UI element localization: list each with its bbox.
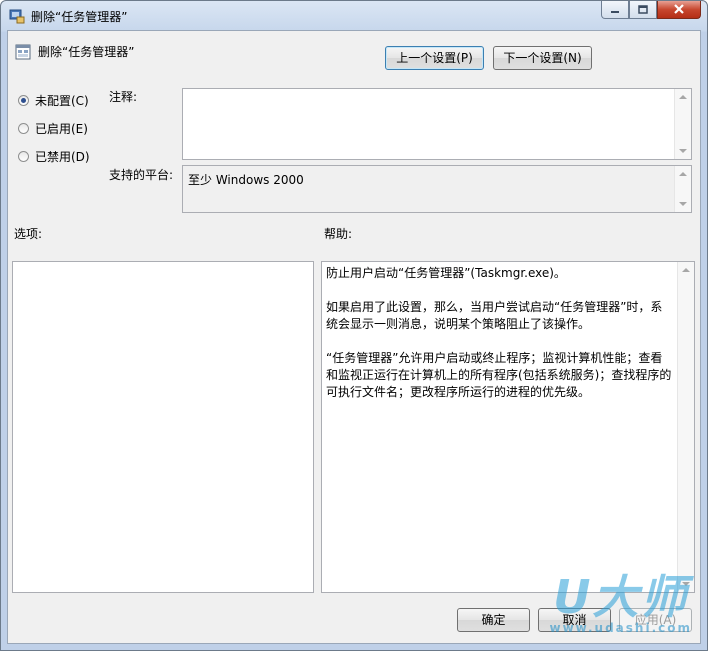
platform-value: 至少 Windows 2000 (188, 173, 304, 187)
platform-field: 至少 Windows 2000 (182, 165, 692, 213)
radio-label: 未配置(C) (35, 94, 89, 108)
close-icon (673, 3, 685, 17)
watermark: U大师 www.udashi.com (550, 573, 693, 635)
radio-label: 已禁用(D) (35, 150, 90, 164)
platform-label: 支持的平台: (109, 168, 174, 182)
watermark-url: www.udashi.com (549, 621, 692, 635)
scroll-down-icon[interactable] (679, 149, 687, 153)
scroll-up-icon[interactable] (679, 95, 687, 99)
help-panel: 防止用户启动“任务管理器”(Taskmgr.exe)。 如果启用了此设置，那么，… (321, 261, 695, 593)
maximize-button[interactable] (629, 1, 657, 19)
help-paragraph: 如果启用了此设置，那么，当用户尝试启动“任务管理器”时，系统会显示一则消息，说明… (326, 300, 663, 331)
radio-disabled[interactable]: 已禁用(D) (18, 148, 90, 165)
help-paragraph: “任务管理器”允许用户启动或终止程序；监视计算机性能；查看和监视正运行在计算机上… (326, 351, 672, 399)
ok-button[interactable]: 确定 (457, 608, 530, 632)
policy-name: 删除“任务管理器” (38, 45, 135, 59)
minimize-icon (610, 3, 620, 17)
policy-window-icon (9, 8, 25, 24)
radio-indicator[interactable] (18, 123, 29, 134)
comment-label: 注释: (109, 90, 138, 104)
radio-label: 已启用(E) (35, 122, 88, 136)
minimize-button[interactable] (601, 1, 629, 19)
radio-indicator[interactable] (18, 151, 29, 162)
scroll-down-icon[interactable] (679, 202, 687, 206)
radio-enabled[interactable]: 已启用(E) (18, 120, 88, 137)
next-setting-button[interactable]: 下一个设置(N) (493, 46, 592, 70)
window-title: 删除“任务管理器” (31, 10, 128, 24)
caption-buttons (601, 1, 701, 21)
scroll-up-icon[interactable] (682, 268, 690, 272)
title-bar[interactable]: 删除“任务管理器” (1, 1, 707, 30)
help-label: 帮助: (324, 227, 353, 241)
dialog-client-area: 删除“任务管理器” 上一个设置(P) 下一个设置(N) 未配置(C) 已启用(E… (7, 30, 701, 644)
help-paragraph: 防止用户启动“任务管理器”(Taskmgr.exe)。 (326, 266, 566, 280)
radio-indicator[interactable] (18, 95, 29, 106)
scroll-up-icon[interactable] (679, 172, 687, 176)
dialog-window: 删除“任务管理器” 删除“任务管理器” 上一个设置(P) 下一个设置(N) 未配… (0, 0, 708, 651)
help-text: 防止用户启动“任务管理器”(Taskmgr.exe)。 如果启用了此设置，那么，… (326, 265, 674, 418)
prev-setting-button[interactable]: 上一个设置(P) (385, 46, 484, 70)
radio-not-configured[interactable]: 未配置(C) (18, 92, 89, 109)
maximize-icon (638, 3, 648, 17)
help-scrollbar[interactable] (677, 262, 694, 592)
options-label: 选项: (14, 227, 43, 241)
comment-scrollbar[interactable] (674, 89, 691, 159)
platform-scrollbar[interactable] (674, 166, 691, 212)
close-button[interactable] (657, 1, 701, 19)
watermark-logo: U大师 (553, 570, 689, 624)
policy-setting-icon (15, 44, 31, 60)
options-panel (12, 261, 314, 593)
comment-textarea[interactable] (182, 88, 692, 160)
